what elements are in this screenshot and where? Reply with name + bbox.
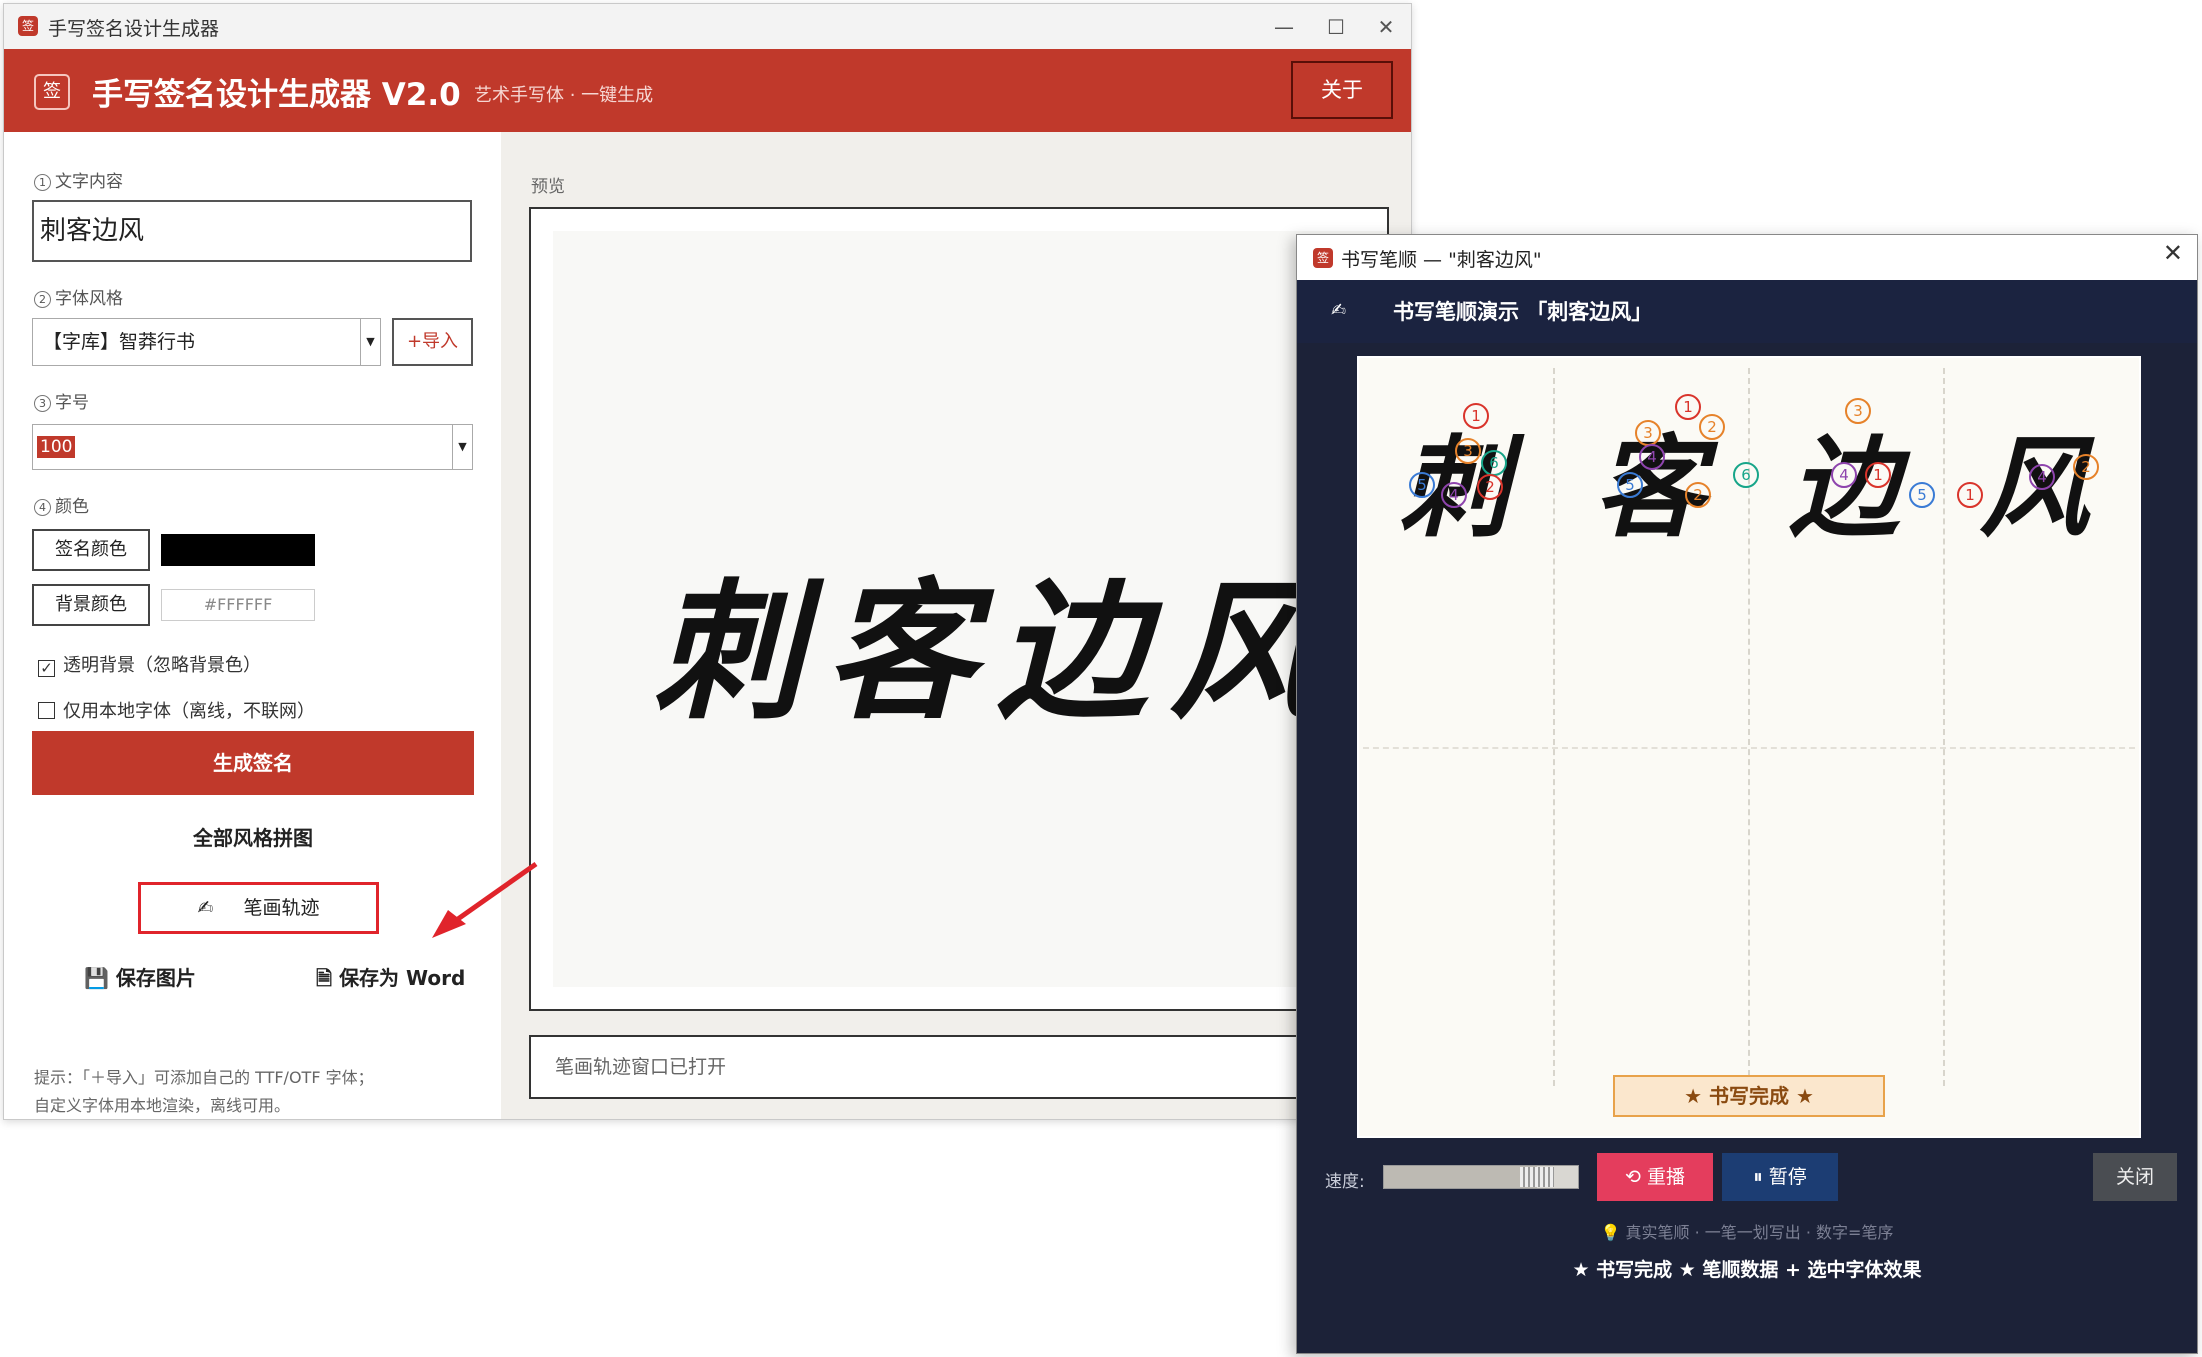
replay-icon: ⟲ xyxy=(1625,1166,1641,1188)
signature-color-button[interactable]: 签名颜色 xyxy=(32,529,150,571)
tip-line-2: 自定义字体用本地渲染，离线可用。 xyxy=(34,1096,291,1115)
app-title: 手写签名设计生成器 V2.0 xyxy=(92,77,461,113)
preview-label: 预览 xyxy=(531,177,565,197)
generate-button[interactable]: 生成签名 xyxy=(32,731,474,795)
speed-slider-fill xyxy=(1384,1166,1537,1188)
lightbulb-icon: 💡 xyxy=(1600,1223,1621,1242)
document-icon: 🗎 xyxy=(316,966,333,990)
stroke-header-title: 书写笔顺演示 「刺客边风」 xyxy=(1393,300,1653,324)
title-bar: 签 手写签名设计生成器 — ☐ ✕ xyxy=(4,4,1411,49)
preview-frame: 刺客边风 xyxy=(529,207,1389,1011)
stroke-order-marker: 3 xyxy=(1635,420,1661,446)
chevron-down-icon[interactable]: ▼ xyxy=(360,319,380,365)
maximize-icon[interactable]: ☐ xyxy=(1313,10,1359,44)
tip-line-1: 提示：「＋导入」可添加自己的 TTF/OTF 字体； xyxy=(34,1068,374,1087)
red-arrow-annotation xyxy=(432,861,538,938)
footer-text: ★ 书写完成 ★ 笔顺数据 + 选中字体效果 xyxy=(1572,1259,1922,1281)
size-value[interactable]: 100 xyxy=(37,436,76,458)
checkbox-box[interactable] xyxy=(38,702,55,719)
font-label: 2 字体风格 xyxy=(34,284,123,309)
status-bar: 笔画轨迹窗口已打开 xyxy=(529,1035,1389,1099)
app-header: 签 手写签名设计生成器 V2.0 艺术手写体 · 一键生成 关于 xyxy=(4,49,1411,132)
stroke-order-marker: 2 xyxy=(2073,454,2099,480)
step-number: 4 xyxy=(34,499,51,516)
stroke-title-bar: 签 书写笔顺 — "刺客边风" ✕ xyxy=(1297,235,2197,280)
speed-slider-thumb[interactable] xyxy=(1520,1167,1554,1187)
local-font-checkbox[interactable]: 仅用本地字体（离线，不联网） xyxy=(38,697,315,723)
stroke-order-marker: 1 xyxy=(1957,482,1983,508)
settings-panel: 1 文字内容 刺客边风 2 字体风格 【字库】智莽行书 ▼ +导入 3 字号 100 ▼ … xyxy=(4,132,501,1119)
save-image-button[interactable]: 💾 保存图片 xyxy=(84,962,196,991)
grid-divider xyxy=(1553,368,1555,1086)
grid-midline xyxy=(1363,747,2135,749)
close-icon[interactable]: ✕ xyxy=(2163,239,2183,267)
font-select[interactable]: 【字库】智莽行书 ▼ xyxy=(32,318,381,366)
size-select[interactable]: 100 ▼ xyxy=(32,424,473,470)
stroke-trace-button[interactable]: ✍ 笔画轨迹 xyxy=(138,882,379,934)
text-input[interactable]: 刺客边风 xyxy=(32,200,472,262)
preview-panel: 预览 刺客边风 笔画轨迹窗口已打开 xyxy=(501,132,1411,1119)
preview-canvas: 刺客边风 xyxy=(553,231,1387,987)
stroke-order-marker: 2 xyxy=(1699,414,1725,440)
stroke-order-marker: 3 xyxy=(1455,438,1481,464)
step-number: 1 xyxy=(34,174,51,191)
stroke-order-marker: 4 xyxy=(1831,462,1857,488)
text-label: 1 文字内容 xyxy=(34,167,123,192)
save-word-button[interactable]: 🗎 保存为 Word xyxy=(316,962,465,998)
close-icon[interactable]: ✕ xyxy=(1363,10,1409,44)
step-number: 3 xyxy=(34,395,51,412)
close-button[interactable]: 关闭 xyxy=(2093,1153,2177,1201)
checkmark-icon[interactable]: ✓ xyxy=(38,660,55,677)
stroke-order-marker: 4 xyxy=(1441,482,1467,508)
stroke-order-marker: 1 xyxy=(1463,403,1489,429)
stroke-order-marker: 5 xyxy=(1617,472,1643,498)
pause-button[interactable]: ⏸ 暂停 xyxy=(1722,1153,1838,1201)
stroke-order-marker: 2 xyxy=(1477,474,1503,500)
stroke-window-title: 书写笔顺 — "刺客边风" xyxy=(1341,249,1542,271)
stroke-order-marker: 4 xyxy=(1639,444,1665,470)
grid-divider xyxy=(1943,368,1945,1086)
pause-icon: ⏸ xyxy=(1753,1166,1763,1188)
color-label: 4 颜色 xyxy=(34,492,89,517)
minimize-icon[interactable]: — xyxy=(1261,10,1307,44)
app-subtitle: 艺术手写体 · 一键生成 xyxy=(474,85,654,106)
chevron-down-icon[interactable]: ▼ xyxy=(452,425,472,469)
completion-banner: ★ 书写完成 ★ xyxy=(1613,1075,1885,1117)
app-icon: 签 xyxy=(18,16,38,36)
stroke-order-marker: 5 xyxy=(1909,482,1935,508)
background-color-button[interactable]: 背景颜色 xyxy=(32,584,150,626)
step-number: 2 xyxy=(34,291,51,308)
stroke-order-marker: 4 xyxy=(2029,464,2055,490)
signature-preview: 刺客边风 xyxy=(653,564,1342,740)
replay-button[interactable]: ⟲ 重播 xyxy=(1597,1153,1713,1201)
background-color-swatch[interactable]: #FFFFFF xyxy=(161,589,315,621)
stroke-order-window: 签 书写笔顺 — "刺客边风" ✕ ✍ 书写笔顺演示 「刺客边风」 刺 客 边 … xyxy=(1296,234,2198,1354)
hand-writing-icon: ✍ xyxy=(1331,300,1347,321)
stroke-order-marker: 1 xyxy=(1675,394,1701,420)
size-label: 3 字号 xyxy=(34,388,89,413)
signature-color-swatch[interactable] xyxy=(161,534,315,566)
app-icon: 签 xyxy=(1313,248,1333,268)
main-window: 签 手写签名设计生成器 — ☐ ✕ 签 手写签名设计生成器 V2.0 艺术手写体… xyxy=(3,3,1412,1120)
import-button[interactable]: +导入 xyxy=(392,318,473,366)
speed-slider[interactable] xyxy=(1383,1165,1579,1189)
stroke-canvas: 刺 客 边 风 1 3 6 5 4 2 1 2 3 4 5 6 2 3 4 1 … xyxy=(1357,356,2141,1138)
hint-text: 💡 真实笔顺 · 一笔一划写出 · 数字=笔序 xyxy=(1600,1223,1894,1242)
window-title: 手写签名设计生成器 xyxy=(48,18,220,40)
stroke-order-marker: 1 xyxy=(1865,462,1891,488)
floppy-disk-icon: 💾 xyxy=(84,966,109,990)
stroke-order-marker: 6 xyxy=(1733,462,1759,488)
stroke-header: ✍ 书写笔顺演示 「刺客边风」 xyxy=(1297,280,2197,343)
stroke-order-marker: 3 xyxy=(1845,398,1871,424)
speed-label: 速度: xyxy=(1325,1172,1365,1192)
about-button[interactable]: 关于 xyxy=(1291,61,1393,119)
stroke-order-marker: 6 xyxy=(1481,450,1507,476)
logo-icon: 签 xyxy=(34,74,70,110)
stroke-order-marker: 2 xyxy=(1685,482,1711,508)
transparent-bg-checkbox[interactable]: ✓ 透明背景（忽略背景色） xyxy=(38,651,261,677)
mosaic-button[interactable]: 全部风格拼图 xyxy=(32,814,474,862)
hand-writing-icon: ✍ xyxy=(197,897,214,919)
stroke-order-marker: 5 xyxy=(1409,472,1435,498)
